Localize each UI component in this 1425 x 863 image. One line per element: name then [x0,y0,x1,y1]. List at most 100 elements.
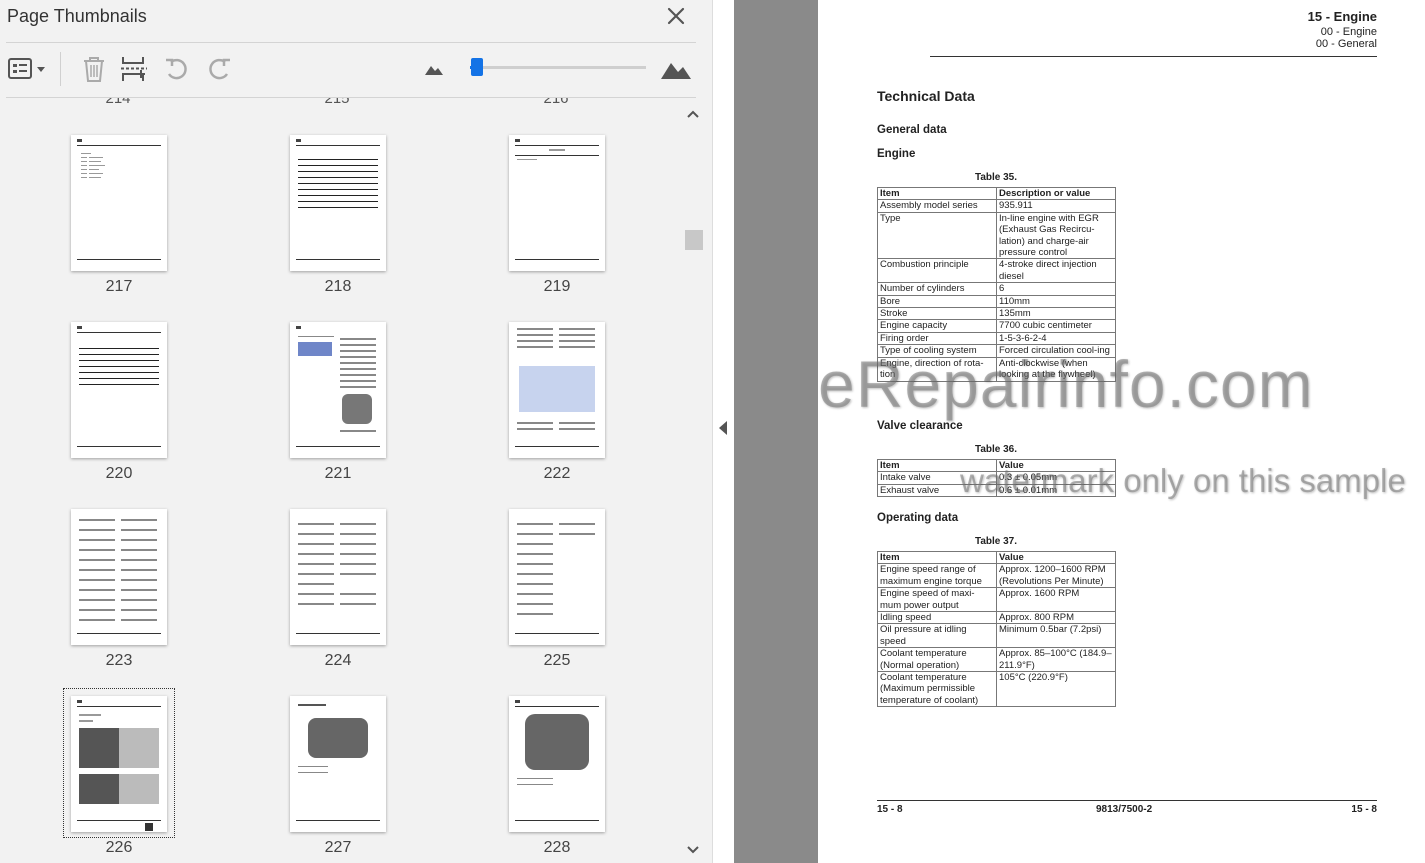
thumbnail-size-slider[interactable] [470,66,646,69]
subsection-heading: Engine [877,148,916,160]
value-cell: 105°C (220.9°F) [996,671,1116,708]
item-cell: Bore [877,294,997,309]
table-row: Type of cooling system Forced circulation… [877,344,1116,358]
rotate-cw-icon [209,58,230,80]
item-cell: Engine speed range of maximum engine tor… [877,563,997,589]
item-cell: Coolant temperature (Maximum permissible… [877,671,997,708]
page-thumbnail[interactable]: 224 [266,509,416,689]
value-cell: Forced circulation cool-ing [996,344,1116,358]
table-row: Number of cylinders 6 [877,282,1116,296]
delete-pages-button[interactable] [78,52,110,86]
redo-button[interactable] [202,52,236,86]
page-header-sub1: 00 - Engine [1320,26,1377,38]
value-cell: 1-5-3-6-2-4 [996,331,1116,346]
page-thumbnail-selected[interactable]: 226 [47,688,197,863]
thumb-label: 216 [543,98,569,107]
insert-pages-button[interactable] [118,52,150,86]
table-row: Intake valve 0.3 ± 0.05mm [877,471,1116,485]
column-header: Item [877,458,997,473]
thumbnail-scrollbar[interactable] [682,98,704,863]
thumbnail-options-button[interactable] [6,52,50,86]
item-cell: Engine, direction of rota-tion [877,356,997,382]
table-row: Exhaust valve 0.6 ± 0.01mm [877,483,1116,498]
value-cell: Minimum 0.5bar (7.2psi) [996,623,1116,649]
thumb-label: 217 [105,278,133,295]
table-row: Assembly model series 935.911 [877,199,1116,213]
table-row: Stroke 135mm [877,307,1116,321]
page-thumbnail[interactable]: 221 [266,322,416,502]
trash-icon [84,57,104,82]
table-header-row: Item Description or value [877,186,1116,201]
engine-spec-table: Item Description or value Assembly model… [877,186,1116,382]
close-panel-button[interactable] [664,4,688,28]
table-row: Coolant temperature (Normal operation) Ap… [877,647,1116,673]
table-body: Assembly model series 935.911 Type In-line … [877,199,1116,382]
column-header: Value [996,550,1116,565]
page-preview [290,322,386,458]
column-header: Item [877,186,997,201]
item-cell: Stroke [877,307,997,321]
thumb-label: 223 [105,652,133,669]
previous-row-labels: 214 215 216 [6,98,682,107]
page-preview [71,322,167,458]
undo-button[interactable] [160,52,194,86]
table-row: Coolant temperature (Maximum permissible… [877,671,1116,708]
item-cell: Type [877,211,997,260]
table-row: Engine speed range of maximum engine tor… [877,563,1116,589]
item-cell: Engine capacity [877,319,997,333]
item-cell: Intake valve [877,471,997,485]
page-thumbnail[interactable]: 217 [47,135,197,315]
page-thumbnail[interactable]: 227 [266,696,416,863]
page-thumbnail[interactable]: 219 [485,135,635,315]
thumb-label: 218 [324,278,352,295]
value-cell: 4-stroke direct injection diesel [996,258,1116,284]
scrollbar-thumb[interactable] [685,230,703,250]
item-cell: Engine speed of maxi-mum power output [877,587,997,613]
page-preview [290,509,386,645]
thumb-label: 224 [324,652,352,669]
section-heading: General data [877,124,947,136]
item-cell: Coolant temperature (Normal operation) [877,647,997,673]
selection-marker [145,823,153,831]
thumb-label: 222 [543,465,571,482]
page-thumbnail[interactable]: 225 [485,509,635,689]
page-thumbnail[interactable]: 220 [47,322,197,502]
collapse-panel-button[interactable] [718,420,728,441]
scroll-down-button[interactable] [686,842,700,860]
triangle-left-icon [719,421,727,435]
item-cell: Type of cooling system [877,344,997,358]
toolbar-divider [60,52,61,86]
operating-data-table: Item Value Engine speed range of maximum… [877,550,1116,708]
scroll-up-button[interactable] [686,106,700,124]
column-header: Value [996,458,1116,473]
value-cell: 935.911 [996,199,1116,213]
page-title: Technical Data [877,88,975,104]
value-cell: 6 [996,282,1116,296]
table-body: Intake valve 0.3 ± 0.05mm Exhaust valve 0.6… [877,471,1116,498]
page-thumbnail[interactable]: 218 [266,135,416,315]
page-preview [71,135,167,271]
page-header-sub2: 00 - General [1315,38,1377,50]
footer-right: 15 - 8 [1351,804,1377,815]
item-cell: Exhaust valve [877,483,997,498]
chevron-up-icon [687,110,699,118]
table-row: Combustion principle 4-stroke direct inje… [877,258,1116,284]
table-caption: Table 35. [974,172,1018,183]
value-cell: Anti-clockwise (when looking at the flyw… [996,356,1116,382]
table-caption: Table 36. [974,444,1018,455]
item-cell: Number of cylinders [877,282,997,296]
page-thumbnail[interactable]: 228 [485,696,635,863]
footer-center: 9813/7500-2 [1096,804,1153,815]
section-heading: Valve clearance [877,420,963,432]
page-preview [290,696,386,832]
zoom-out-thumbnails-button[interactable] [422,52,446,86]
column-header: Description or value [996,186,1116,201]
zoom-in-thumbnails-button[interactable] [658,52,694,86]
table-row: Oil pressure at idling speed Minimum 0.5b… [877,623,1116,649]
page-preview [509,509,605,645]
page-thumbnail[interactable]: 222 [485,322,635,502]
item-cell: Oil pressure at idling speed [877,623,997,649]
item-cell: Combustion principle [877,258,997,284]
slider-handle[interactable] [471,58,484,76]
page-thumbnail[interactable]: 223 [47,509,197,689]
